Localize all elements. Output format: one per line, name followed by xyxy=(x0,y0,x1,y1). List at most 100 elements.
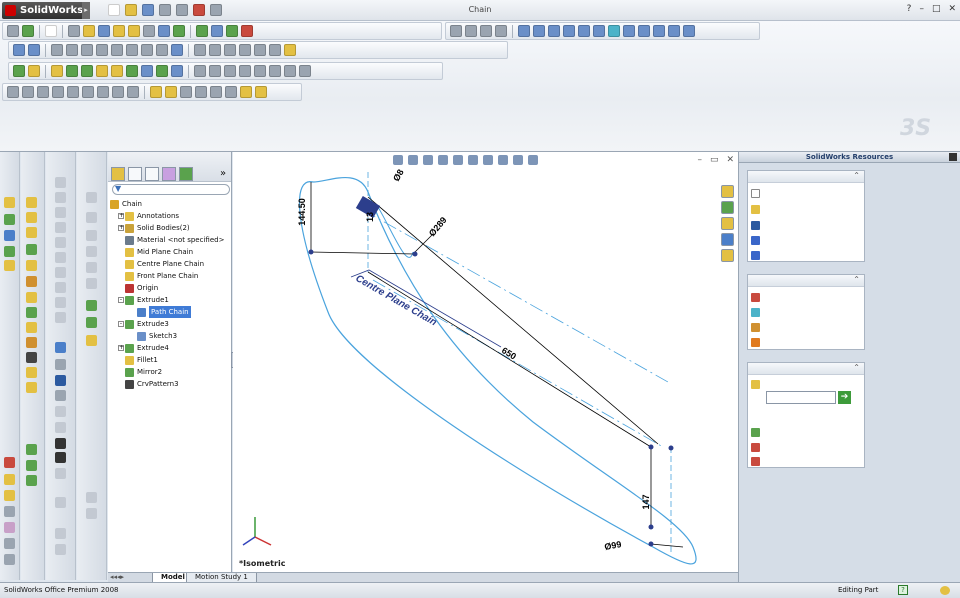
toolbar-icon[interactable] xyxy=(55,452,66,463)
toolbar-icon[interactable] xyxy=(450,25,462,37)
toolbar-icon[interactable] xyxy=(241,25,253,37)
resource-icon[interactable] xyxy=(751,443,760,452)
view-orientation-icon[interactable] xyxy=(563,25,575,37)
toolbar-icon[interactable] xyxy=(26,212,37,223)
sketch-point[interactable] xyxy=(668,445,674,451)
tree-expander-icon[interactable]: + xyxy=(118,213,124,219)
view-orientation-icon[interactable] xyxy=(608,25,620,37)
toolbar-icon[interactable] xyxy=(55,297,66,308)
view-orientation-icon[interactable] xyxy=(533,25,545,37)
sketch-point[interactable] xyxy=(412,251,418,257)
toolbar-icon[interactable] xyxy=(26,276,37,287)
toolbar-icon[interactable] xyxy=(55,282,66,293)
toolbar-icon[interactable] xyxy=(113,25,125,37)
rectangle-icon[interactable] xyxy=(66,44,78,56)
toolbar-icon[interactable] xyxy=(55,544,66,555)
toolbar-icon[interactable] xyxy=(55,342,66,353)
toolbar-icon[interactable] xyxy=(4,197,15,208)
tree-expander-icon[interactable]: + xyxy=(118,345,124,351)
toolbar-icon[interactable] xyxy=(239,44,251,56)
toolbar-icon[interactable] xyxy=(55,528,66,539)
toolbar-icon[interactable] xyxy=(4,230,15,241)
toolbar-icon[interactable] xyxy=(171,44,183,56)
toolbar-icon[interactable] xyxy=(150,86,162,98)
sigma-icon[interactable] xyxy=(143,25,155,37)
toolbar-icon[interactable] xyxy=(194,44,206,56)
toolbar-icon[interactable] xyxy=(210,86,222,98)
toolbar-icon[interactable] xyxy=(51,65,63,77)
toolbar-icon[interactable] xyxy=(67,86,79,98)
toolbar-icon[interactable] xyxy=(86,212,97,223)
feature-tree-node[interactable]: - Extrude1 xyxy=(108,294,232,306)
toolbar-icon[interactable] xyxy=(86,278,97,289)
toolbar-icon[interactable] xyxy=(254,44,266,56)
dimxpert-tab[interactable] xyxy=(162,167,176,181)
toolbar-icon[interactable] xyxy=(97,86,109,98)
feature-tree-node[interactable]: - Extrude3 xyxy=(108,318,232,330)
toolbar-icon[interactable] xyxy=(22,86,34,98)
toolbar-icon[interactable] xyxy=(4,246,15,257)
smart-dimension-icon[interactable] xyxy=(28,44,40,56)
toolbar-icon[interactable] xyxy=(158,25,170,37)
toolbar-icon[interactable] xyxy=(4,474,15,485)
view-orientation-icon[interactable] xyxy=(623,25,635,37)
toolbar-icon[interactable] xyxy=(86,335,97,346)
pin-icon[interactable] xyxy=(949,153,957,161)
toolbar-icon[interactable] xyxy=(86,317,97,328)
dimension-text[interactable]: 650 xyxy=(500,345,518,361)
toolbar-icon[interactable] xyxy=(26,337,37,348)
view-orientation-icon[interactable] xyxy=(638,25,650,37)
toolbar-icon[interactable] xyxy=(255,86,267,98)
toolbar-icon[interactable] xyxy=(22,25,34,37)
info-icon[interactable] xyxy=(751,251,760,260)
discussion-icon[interactable] xyxy=(751,308,760,317)
toolbar-icon[interactable] xyxy=(55,312,66,323)
ellipse-icon[interactable] xyxy=(126,44,138,56)
toolbar-icon[interactable] xyxy=(171,65,183,77)
view-orientation-icon[interactable] xyxy=(593,25,605,37)
toolbar-icon[interactable] xyxy=(96,65,108,77)
sketch-point[interactable] xyxy=(648,541,654,547)
toolbar-icon[interactable] xyxy=(480,25,492,37)
toolbar-icon[interactable] xyxy=(55,207,66,218)
toolbar-icon[interactable] xyxy=(284,44,296,56)
toolbar-icon[interactable] xyxy=(7,25,19,37)
feature-tree-node[interactable]: + Solid Bodies(2) xyxy=(108,222,232,234)
view-orientation-icon[interactable] xyxy=(683,25,695,37)
toolbar-icon[interactable] xyxy=(224,44,236,56)
toolbar-icon[interactable] xyxy=(7,86,19,98)
sketch-point[interactable] xyxy=(648,524,654,530)
spline-icon[interactable] xyxy=(111,44,123,56)
toolbar-icon[interactable] xyxy=(86,192,97,203)
toolbar-icon[interactable] xyxy=(86,262,97,273)
tab-scroll-arrows-icon[interactable]: ◂◂◂▸ xyxy=(110,573,124,581)
maximize-button[interactable]: □ xyxy=(932,4,941,14)
close-button[interactable]: ✕ xyxy=(948,4,956,14)
toolbar-icon[interactable] xyxy=(26,460,37,471)
toolbar-icon[interactable] xyxy=(66,65,78,77)
toolbar-icon[interactable] xyxy=(98,25,110,37)
toolbar-icon[interactable] xyxy=(225,86,237,98)
toolbar-icon[interactable] xyxy=(82,86,94,98)
line-icon[interactable] xyxy=(51,44,63,56)
view-orientation-icon[interactable] xyxy=(668,25,680,37)
chain-profile-curve[interactable] xyxy=(298,176,697,565)
toolbar-icon[interactable] xyxy=(4,260,15,271)
toolbar-icon[interactable] xyxy=(55,192,66,203)
globe-icon[interactable] xyxy=(751,293,760,302)
toolbar-icon[interactable] xyxy=(26,444,37,455)
tree-expander-icon[interactable]: - xyxy=(118,321,124,327)
resources-search-input[interactable] xyxy=(766,391,836,404)
feature-tree-node[interactable]: Chain xyxy=(108,198,232,210)
feature-tree-node[interactable]: Material <not specified> xyxy=(108,234,232,246)
toolbar-icon[interactable] xyxy=(26,382,37,393)
toolbar-icon[interactable] xyxy=(269,65,281,77)
tree-expander-icon[interactable]: - xyxy=(118,297,124,303)
toolbar-icon[interactable] xyxy=(26,244,37,255)
toolbar-icon[interactable] xyxy=(55,252,66,263)
toolbar-icon[interactable] xyxy=(141,65,153,77)
toolbar-icon[interactable] xyxy=(111,65,123,77)
pattern-icon[interactable] xyxy=(126,65,138,77)
collapse-chevron-icon[interactable]: ⌃ xyxy=(748,363,864,375)
circle-icon[interactable] xyxy=(81,44,93,56)
